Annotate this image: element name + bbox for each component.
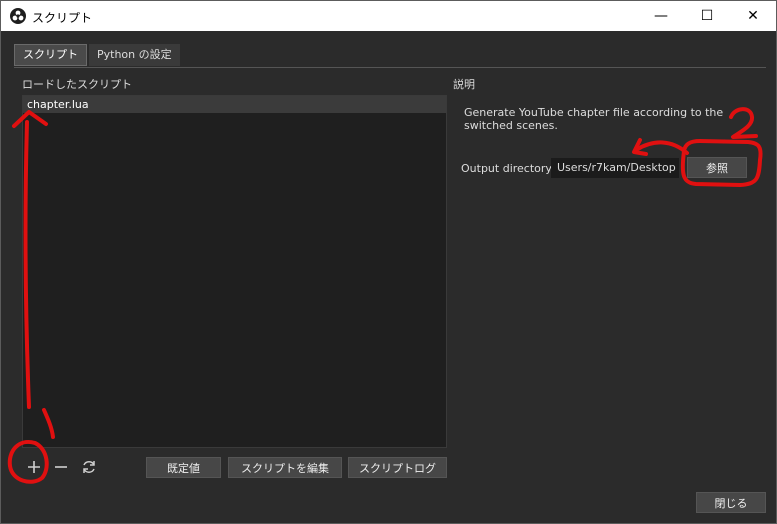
minimize-button[interactable]: — — [638, 1, 684, 31]
close-window-button[interactable]: ✕ — [730, 1, 776, 31]
tab-scripts[interactable]: スクリプト — [14, 44, 87, 66]
edit-script-button[interactable]: スクリプトを編集 — [228, 457, 342, 478]
tab-python-settings[interactable]: Python の設定 — [89, 44, 180, 66]
scripts-window: スクリプト — ☐ ✕ スクリプト Python の設定 ロードしたスクリプト … — [0, 0, 777, 524]
description-text: Generate YouTube chapter file according … — [464, 106, 724, 132]
add-script-button[interactable] — [24, 457, 44, 477]
reload-icon — [83, 461, 95, 473]
obs-icon — [10, 8, 26, 24]
minus-icon — [55, 466, 67, 468]
loaded-scripts-header: ロードしたスクリプト — [22, 78, 132, 91]
browse-button[interactable]: 参照 — [687, 157, 747, 178]
close-icon: ✕ — [747, 8, 759, 24]
tab-bar: スクリプト Python の設定 — [14, 44, 182, 66]
minimize-icon: — — [654, 8, 668, 24]
plus-icon — [28, 461, 40, 473]
script-log-button[interactable]: スクリプトログ — [348, 457, 447, 478]
close-button[interactable]: 閉じる — [696, 492, 766, 513]
description-header: 説明 — [453, 78, 475, 91]
tab-divider — [14, 67, 766, 68]
maximize-icon: ☐ — [700, 8, 714, 24]
output-directory-field[interactable]: Users/r7kam/Desktop — [551, 158, 679, 178]
defaults-button[interactable]: 既定値 — [146, 457, 221, 478]
title-bar: スクリプト — ☐ ✕ — [1, 1, 776, 31]
window-title: スクリプト — [32, 11, 93, 25]
reload-script-button[interactable] — [79, 457, 99, 477]
list-item[interactable]: chapter.lua — [23, 96, 446, 113]
output-directory-label: Output directory — [461, 162, 552, 175]
dialog-content: スクリプト Python の設定 ロードしたスクリプト chapter.lua — [1, 31, 776, 523]
remove-script-button[interactable] — [51, 457, 71, 477]
loaded-scripts-list[interactable]: chapter.lua — [22, 95, 447, 448]
maximize-button[interactable]: ☐ — [684, 1, 730, 31]
